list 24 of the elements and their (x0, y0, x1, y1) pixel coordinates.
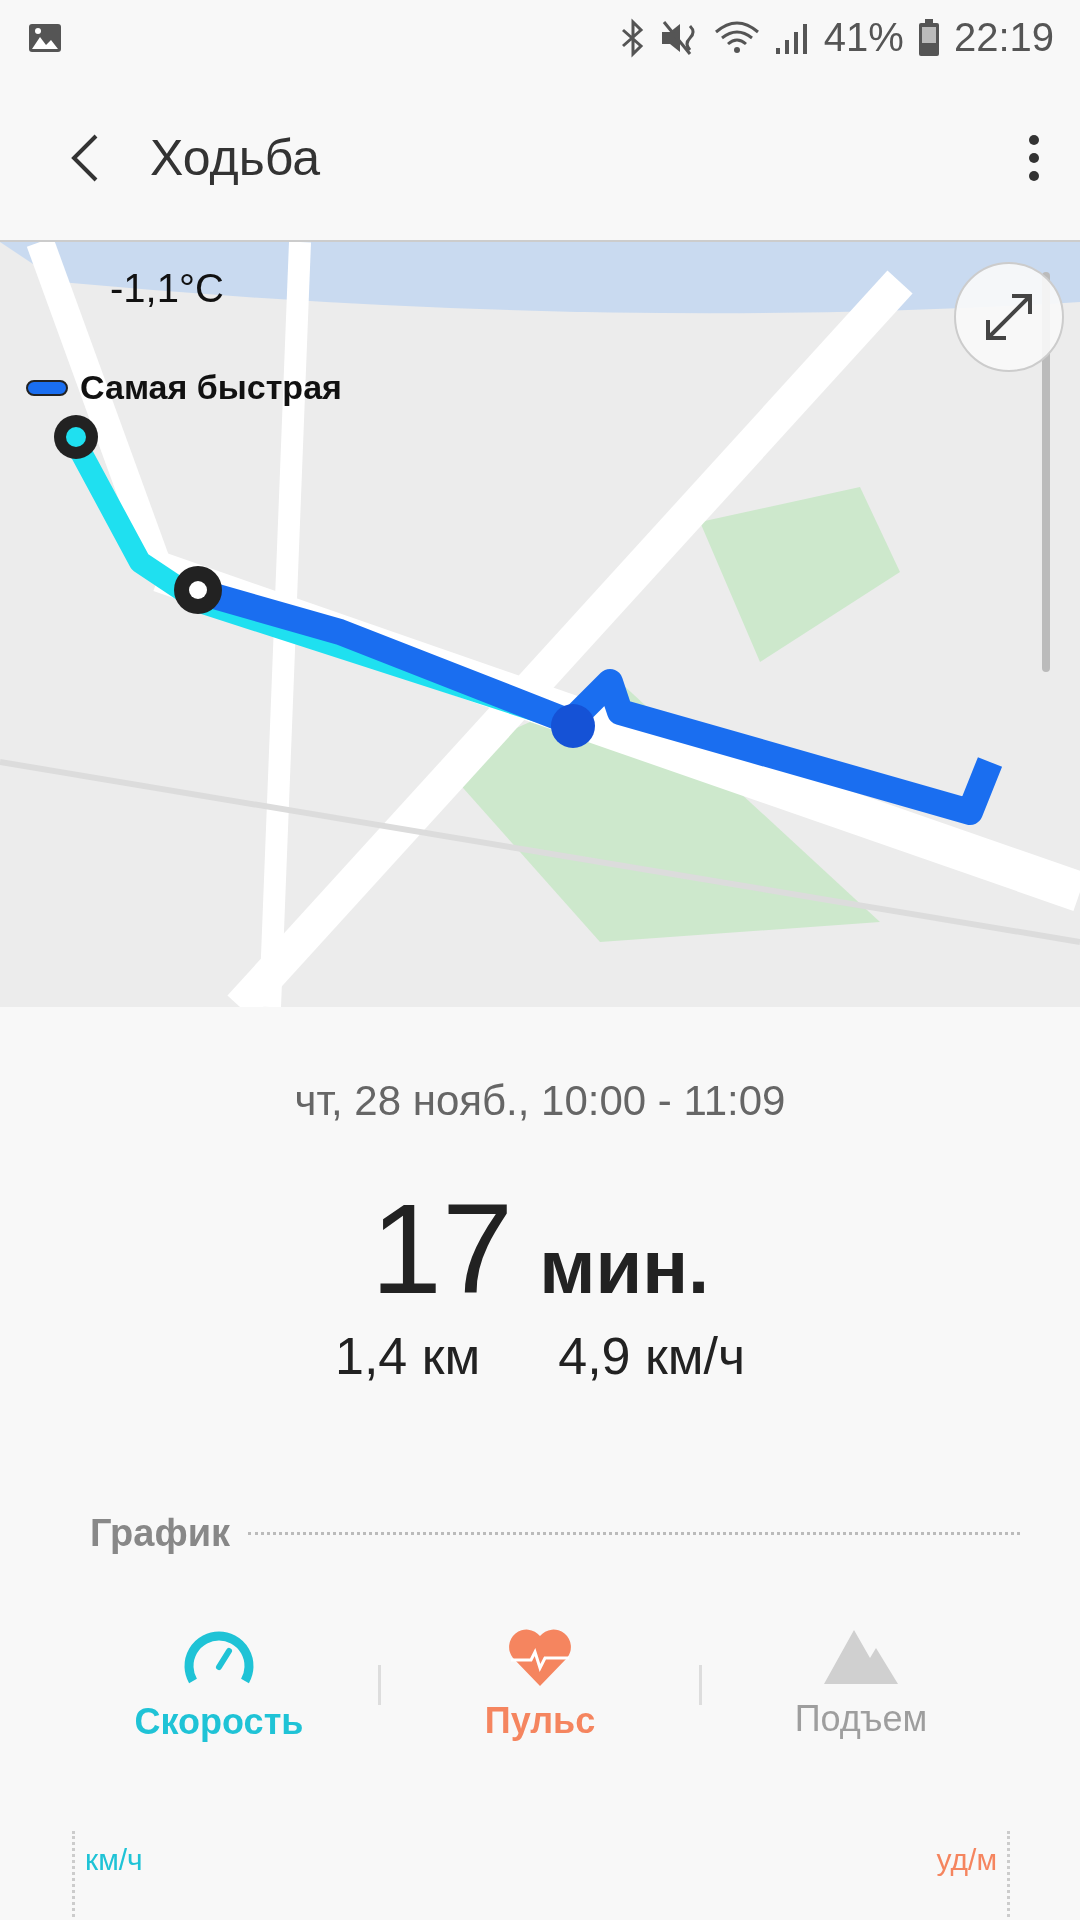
workout-date-time: чт, 28 нояб., 10:00 - 11:09 (294, 1077, 786, 1125)
section-title: График (90, 1512, 231, 1555)
temperature-label: -1,1°C (110, 266, 224, 311)
heart-pulse-icon (507, 1628, 573, 1686)
battery-percent: 41% (823, 15, 904, 60)
clock-time: 22:19 (953, 15, 1054, 60)
speed-value: 4,9 км/ч (558, 1326, 745, 1386)
battery-icon (917, 18, 940, 57)
route-legend-label: Самая быстрая (80, 368, 342, 407)
metric-tab[interactable]: Скорость (60, 1627, 378, 1743)
image-icon (28, 22, 62, 53)
mountain-icon (824, 1630, 898, 1684)
duration-value: 17 (370, 1176, 514, 1322)
bluetooth-icon (619, 17, 646, 58)
duration-unit: мин. (539, 1223, 710, 1310)
distance-value: 1,4 км (335, 1326, 481, 1386)
wifi-icon (713, 19, 760, 56)
left-axis-unit: км/ч (85, 1843, 143, 1877)
expand-icon (984, 292, 1034, 342)
right-axis-unit: уд/м (936, 1843, 997, 1877)
screen-title: Ходьба (150, 128, 322, 187)
more-options-icon[interactable] (1028, 133, 1040, 182)
metric-tab[interactable]: Пульс (381, 1628, 699, 1742)
metric-tab[interactable]: Подъем (702, 1630, 1020, 1740)
